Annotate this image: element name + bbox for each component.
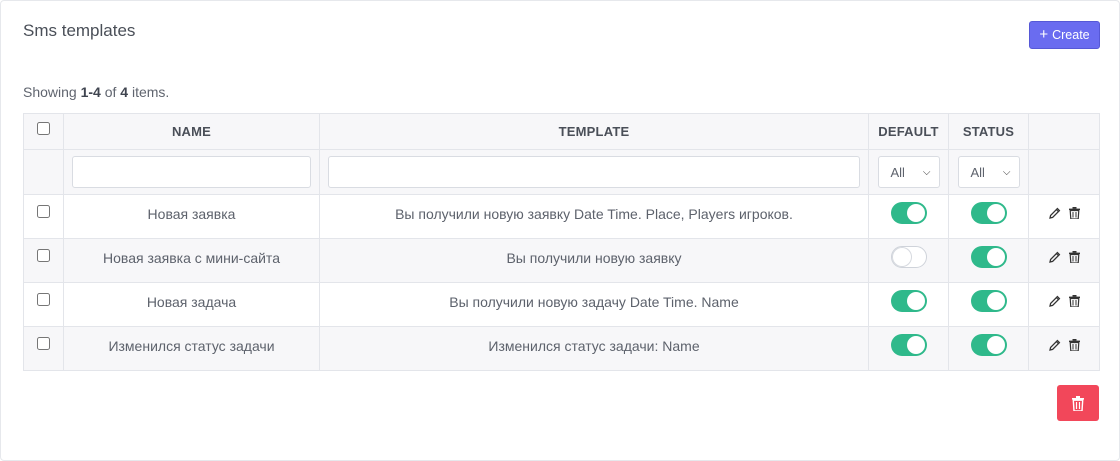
row-checkbox[interactable] (37, 204, 50, 218)
chevron-down-icon: ⌵ (922, 166, 931, 178)
trash-icon[interactable] (1068, 338, 1080, 351)
status-toggle[interactable] (970, 290, 1007, 312)
bulk-delete-button[interactable] (1057, 385, 1099, 421)
row-template: Вы получили новую задачу Date Time. Name (319, 282, 869, 327)
default-toggle[interactable] (890, 202, 927, 224)
name-filter-input[interactable] (72, 156, 311, 188)
default-toggle[interactable] (890, 246, 927, 268)
row-checkbox[interactable] (37, 336, 50, 350)
status-toggle[interactable] (970, 246, 1007, 268)
default-toggle[interactable] (890, 334, 927, 356)
row-template: Вы получили новую заявку (319, 238, 869, 283)
row-name: Новая заявка (63, 194, 320, 239)
templates-table: NAME TEMPLATE DEFAULT STATUS All ⌵ All ⌵… (23, 113, 1100, 371)
plus-icon: + (1039, 25, 1049, 43)
status-filter-select[interactable]: All ⌵ (957, 156, 1020, 188)
status-toggle[interactable] (970, 334, 1007, 356)
row-name: Изменился статус задачи (63, 326, 320, 371)
row-checkbox[interactable] (37, 292, 50, 306)
items-summary: Showing 1-4 of 4 items. (23, 84, 170, 100)
trash-icon[interactable] (1068, 206, 1080, 219)
row-actions (1048, 206, 1080, 219)
chevron-down-icon: ⌵ (1002, 166, 1011, 178)
pencil-icon[interactable] (1048, 207, 1061, 219)
trash-icon[interactable] (1068, 294, 1080, 307)
table-row: Новая задача Вы получили новую задачу Da… (23, 282, 1100, 327)
column-header-template[interactable]: TEMPLATE (319, 113, 869, 150)
table-row: Новая заявка с мини-сайта Вы получили но… (23, 238, 1100, 283)
default-toggle[interactable] (890, 290, 927, 312)
trash-icon[interactable] (1068, 250, 1080, 263)
row-actions (1048, 338, 1080, 351)
page-title: Sms templates (23, 21, 136, 40)
table-row: Новая заявка Вы получили новую заявку Da… (23, 194, 1100, 239)
pencil-icon[interactable] (1048, 339, 1061, 351)
select-all-cell (23, 113, 64, 150)
column-header-default[interactable]: DEFAULT (868, 113, 949, 150)
create-button-label: Create (1052, 28, 1090, 42)
template-filter-input[interactable] (328, 156, 860, 188)
row-template: Изменился статус задачи: Name (319, 326, 869, 371)
default-filter-select[interactable]: All ⌵ (877, 156, 940, 188)
trash-icon (1072, 395, 1084, 411)
pencil-icon[interactable] (1048, 251, 1061, 263)
column-header-actions (1028, 113, 1100, 150)
select-all-checkbox[interactable] (37, 121, 50, 135)
row-name: Новая заявка с мини-сайта (63, 238, 320, 283)
row-template: Вы получили новую заявку Date Time. Plac… (319, 194, 869, 239)
column-header-name[interactable]: NAME (63, 113, 320, 150)
row-name: Новая задача (63, 282, 320, 327)
row-actions (1048, 294, 1080, 307)
sms-templates-card: Sms templates + Create Showing 1-4 of 4 … (0, 0, 1120, 461)
filter-row: All ⌵ All ⌵ (23, 149, 1100, 195)
table-row: Изменился статус задачи Изменился статус… (23, 326, 1100, 371)
create-button[interactable]: + Create (1029, 21, 1100, 49)
pencil-icon[interactable] (1048, 295, 1061, 307)
status-toggle[interactable] (970, 202, 1007, 224)
column-header-status[interactable]: STATUS (948, 113, 1029, 150)
row-actions (1048, 250, 1080, 263)
row-checkbox[interactable] (37, 248, 50, 262)
